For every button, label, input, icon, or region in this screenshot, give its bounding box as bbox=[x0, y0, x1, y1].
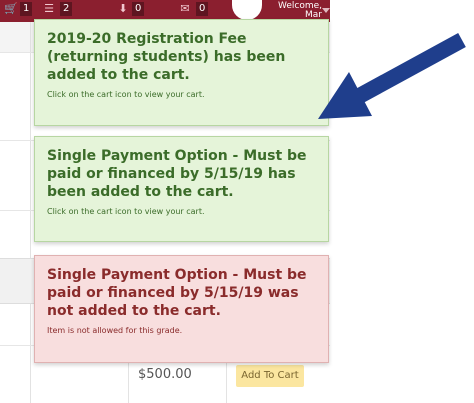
arrow-shaft bbox=[348, 32, 466, 108]
annotation-arrow bbox=[318, 32, 466, 119]
